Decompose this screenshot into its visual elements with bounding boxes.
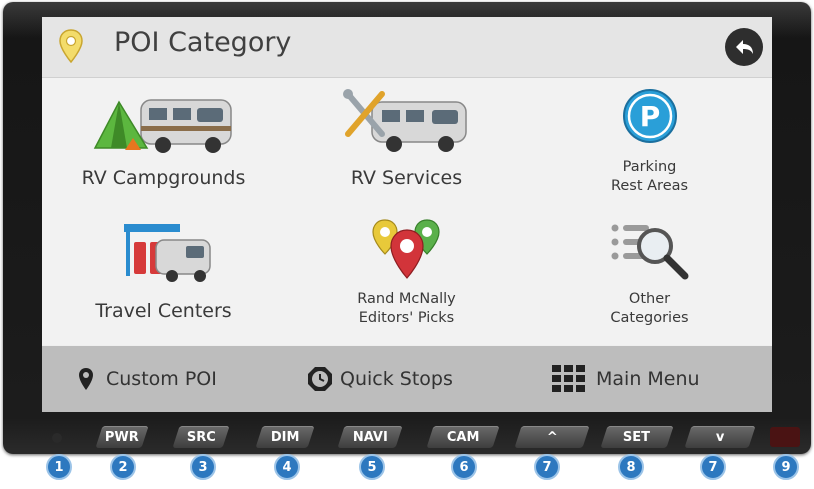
category-travel-centers[interactable]: Travel Centers — [42, 212, 285, 345]
category-editors-picks[interactable]: Rand McNally Editors' Picks — [285, 212, 528, 345]
callout-badge: 3 — [190, 454, 216, 480]
category-label-line2: Rest Areas — [610, 178, 689, 194]
wrench-rv-icon — [342, 89, 467, 152]
callout-badge: 1 — [46, 454, 72, 480]
location-pin-icon — [59, 29, 83, 63]
set-button[interactable]: SET — [600, 426, 674, 448]
callout-badge: 7 — [534, 454, 560, 480]
callout-badge: 4 — [274, 454, 300, 480]
custom-poi-label: Custom POI — [106, 368, 217, 390]
bottom-bar: Custom POI Quick Stops Main Menu — [42, 346, 772, 412]
title-bar: POI Category — [42, 17, 772, 78]
dim-button[interactable]: DIM — [255, 426, 315, 448]
up-button[interactable]: ^ — [514, 426, 590, 448]
category-label: RV Campgrounds — [81, 167, 246, 189]
category-label-line1: Parking — [622, 159, 677, 175]
device-screen: POI Category RV Campgrounds RV Services … — [42, 17, 772, 412]
navi-button[interactable]: NAVI — [337, 426, 403, 448]
category-grid: RV Campgrounds RV Services P Parking Res… — [42, 78, 772, 345]
callout-badge: 9 — [773, 454, 799, 480]
reset-button[interactable] — [770, 427, 800, 447]
list-magnifier-icon — [611, 224, 688, 280]
category-label-line2: Editors' Picks — [358, 310, 455, 326]
main-menu-label: Main Menu — [596, 368, 700, 390]
quick-stops-button[interactable]: Quick Stops — [306, 364, 453, 394]
category-rv-services[interactable]: RV Services — [285, 78, 528, 211]
cam-button[interactable]: CAM — [426, 426, 500, 448]
page-title: POI Category — [114, 27, 292, 58]
callout-badge: 7 — [700, 454, 726, 480]
category-label-line2: Categories — [610, 310, 689, 326]
hardware-button-row: PWR SRC DIM NAVI CAM ^ SET v — [0, 426, 814, 450]
back-arrow-icon — [736, 40, 753, 54]
src-button[interactable]: SRC — [172, 426, 230, 448]
callout-badge: 2 — [110, 454, 136, 480]
pwr-button[interactable]: PWR — [95, 426, 149, 448]
category-label-line1: Other — [628, 291, 671, 307]
callout-badge: 5 — [359, 454, 385, 480]
fuel-station-rv-icon — [123, 224, 211, 282]
custom-poi-button[interactable]: Custom POI — [78, 364, 217, 394]
category-label-line1: Rand McNally — [357, 291, 456, 307]
category-rv-campgrounds[interactable]: RV Campgrounds — [42, 78, 285, 211]
down-button[interactable]: v — [684, 426, 756, 448]
quick-stops-label: Quick Stops — [340, 368, 453, 390]
svg-text:P: P — [639, 100, 660, 133]
tent-rv-icon — [93, 99, 232, 153]
category-other[interactable]: Other Categories — [528, 212, 771, 345]
callout-badge: 8 — [618, 454, 644, 480]
category-parking-rest-areas[interactable]: P Parking Rest Areas — [528, 78, 771, 211]
callout-badge: 6 — [451, 454, 477, 480]
clock-octagon-icon — [308, 367, 332, 391]
parking-icon: P — [622, 89, 677, 143]
main-menu-button[interactable]: Main Menu — [552, 364, 700, 394]
map-pins-icon — [371, 219, 440, 279]
grid-menu-icon — [552, 365, 585, 392]
category-label: RV Services — [350, 167, 463, 189]
map-marker-icon — [79, 368, 93, 390]
back-button[interactable] — [725, 28, 763, 66]
category-label: Travel Centers — [95, 300, 232, 322]
